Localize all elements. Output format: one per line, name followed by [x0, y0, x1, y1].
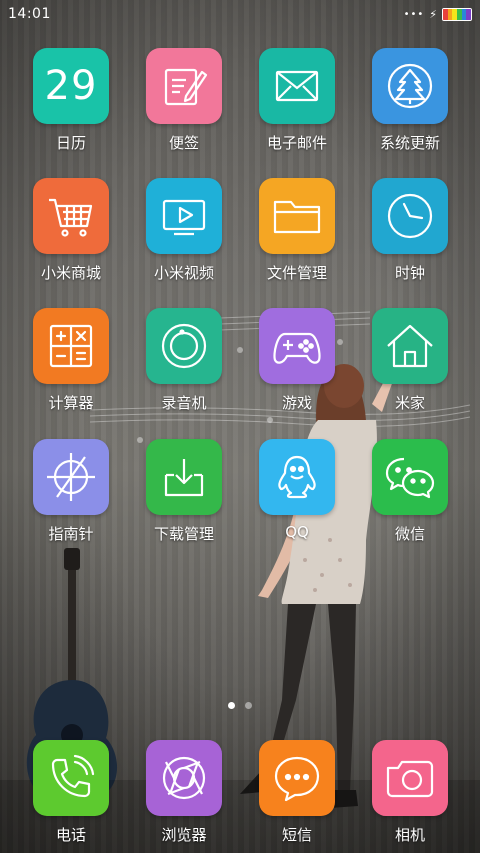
- app-label: 微信: [394, 525, 425, 543]
- aperture-icon: [146, 740, 222, 816]
- app-label: 录音机: [161, 394, 207, 412]
- gamepad-icon: [259, 308, 335, 384]
- app-calculator[interactable]: 计算器: [15, 308, 127, 413]
- app-label: 系统更新: [379, 134, 440, 152]
- note-pencil-icon: [146, 48, 222, 124]
- app-recorder[interactable]: 录音机: [128, 308, 240, 413]
- dock-phone[interactable]: 电话: [15, 740, 127, 845]
- wechat-bubbles-icon: [372, 439, 448, 515]
- camera-icon: [372, 740, 448, 816]
- app-video[interactable]: 小米视频: [128, 178, 240, 283]
- status-time: 14:01: [8, 6, 51, 22]
- clock-icon: [372, 178, 448, 254]
- app-label: 便签: [168, 134, 199, 152]
- tree-update-icon: [372, 48, 448, 124]
- app-calendar[interactable]: 29 日历: [15, 48, 127, 153]
- compass-icon: [33, 439, 109, 515]
- page-indicator: [0, 702, 480, 709]
- app-label: 浏览器: [161, 826, 207, 844]
- app-label: 计算器: [48, 394, 94, 412]
- calendar-day: 29: [44, 63, 98, 109]
- app-qq[interactable]: QQ: [241, 439, 353, 541]
- dock-sms[interactable]: 短信: [241, 740, 353, 845]
- chat-bubble-icon: [259, 740, 335, 816]
- app-label: 小米视频: [153, 264, 214, 282]
- phone-icon: [33, 740, 109, 816]
- app-label: 时钟: [394, 264, 425, 282]
- page-dot[interactable]: [245, 702, 252, 709]
- record-icon: [146, 308, 222, 384]
- app-label: QQ: [285, 523, 309, 541]
- app-label: 日历: [55, 134, 86, 152]
- app-label: 电话: [55, 826, 86, 844]
- app-clock[interactable]: 时钟: [354, 178, 466, 283]
- play-screen-icon: [146, 178, 222, 254]
- app-label: 指南针: [48, 525, 94, 543]
- app-files[interactable]: 文件管理: [241, 178, 353, 283]
- app-label: 文件管理: [266, 264, 327, 282]
- app-mall[interactable]: 小米商城: [15, 178, 127, 283]
- house-icon: [372, 308, 448, 384]
- bolt-icon: ⚡: [429, 7, 437, 21]
- penguin-icon: [259, 439, 335, 515]
- app-label: 下载管理: [153, 525, 214, 543]
- app-label: 米家: [394, 394, 425, 412]
- app-label: 相机: [394, 826, 425, 844]
- status-bar: 14:01 ••• ⚡: [0, 0, 480, 28]
- app-compass[interactable]: 指南针: [15, 439, 127, 544]
- folder-icon: [259, 178, 335, 254]
- calendar-icon: 29: [33, 48, 109, 124]
- app-downloads[interactable]: 下载管理: [128, 439, 240, 544]
- app-update[interactable]: 系统更新: [354, 48, 466, 153]
- download-icon: [146, 439, 222, 515]
- notification-dots-icon: •••: [403, 8, 425, 20]
- page-dot-active[interactable]: [228, 702, 235, 709]
- app-email[interactable]: 电子邮件: [241, 48, 353, 153]
- app-label: 电子邮件: [266, 134, 327, 152]
- battery-icon: [442, 7, 472, 21]
- dock-browser[interactable]: 浏览器: [128, 740, 240, 845]
- app-wechat[interactable]: 微信: [354, 439, 466, 544]
- app-label: 短信: [281, 826, 312, 844]
- app-label: 游戏: [281, 394, 312, 412]
- calculator-icon: [33, 308, 109, 384]
- shopping-cart-icon: [33, 178, 109, 254]
- app-label: 小米商城: [40, 264, 101, 282]
- app-mihome[interactable]: 米家: [354, 308, 466, 413]
- app-games[interactable]: 游戏: [241, 308, 353, 413]
- app-notes[interactable]: 便签: [128, 48, 240, 153]
- battery-segment: [466, 8, 471, 20]
- envelope-icon: [259, 48, 335, 124]
- dock-camera[interactable]: 相机: [354, 740, 466, 845]
- status-indicators: ••• ⚡: [403, 7, 472, 21]
